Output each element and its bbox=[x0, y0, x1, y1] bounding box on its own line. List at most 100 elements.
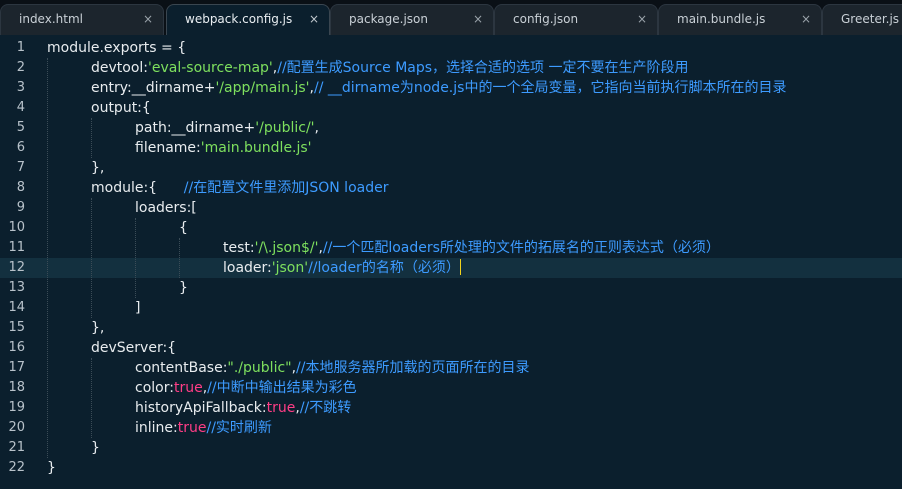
line-number: 7 bbox=[16, 160, 25, 175]
tab-main-bundle-js[interactable]: main.bundle.js × bbox=[658, 4, 822, 35]
code-token-cmt: //实时刷新 bbox=[206, 420, 272, 436]
code-token-key: path:__dirname+ bbox=[135, 120, 256, 136]
line-number: 12 bbox=[8, 260, 25, 275]
line-number: 17 bbox=[8, 360, 25, 375]
tab-config-json[interactable]: config.json × bbox=[494, 4, 658, 35]
code-line[interactable]: 7}, bbox=[0, 158, 902, 178]
code-line[interactable]: 21} bbox=[0, 438, 902, 458]
tab-greeter-js[interactable]: Greeter.js bbox=[822, 4, 902, 35]
code-text: module:{ //在配置文件里添加JSON loader bbox=[91, 178, 388, 198]
line-number: 21 bbox=[8, 440, 25, 455]
code-token-key: output:{ bbox=[91, 100, 151, 116]
code-text: }, bbox=[91, 318, 104, 338]
code-area[interactable]: 1 module.exports = {2 devtool:'eval-source… bbox=[0, 35, 902, 489]
code-text: }, bbox=[91, 158, 104, 178]
code-text: devServer:{ bbox=[91, 338, 176, 358]
code-text: loader:'json'//loader的名称（必须） bbox=[223, 258, 461, 278]
code-token-str: '/public/' bbox=[255, 120, 315, 136]
code-editor: index.html × package.json × config.json … bbox=[0, 0, 902, 489]
code-token-bool: true bbox=[173, 380, 203, 396]
code-token-cmt: //在配置文件里添加JSON loader bbox=[157, 180, 389, 196]
code-text: output:{ bbox=[91, 98, 151, 118]
close-icon[interactable]: × bbox=[473, 5, 483, 33]
code-token-punc: , bbox=[314, 120, 319, 136]
code-line[interactable]: 16 devServer:{ bbox=[0, 338, 902, 358]
code-line[interactable]: 14] bbox=[0, 298, 902, 318]
code-token-key: devServer:{ bbox=[91, 340, 177, 356]
code-token-key: } bbox=[47, 460, 56, 476]
code-line[interactable]: 5 path:__dirname+'/public/', bbox=[0, 118, 902, 138]
text-caret bbox=[459, 259, 461, 275]
close-icon[interactable]: × bbox=[801, 5, 811, 33]
code-line[interactable]: 1 module.exports = { bbox=[0, 38, 902, 58]
code-token-cmt: //一个匹配loaders所处理的文件的拓展名的正则表达式（必须） bbox=[322, 240, 720, 256]
line-number: 13 bbox=[8, 280, 25, 295]
code-token-bool: true bbox=[177, 420, 207, 436]
code-line[interactable]: 8 module:{ //在配置文件里添加JSON loader bbox=[0, 178, 902, 198]
code-line[interactable]: 15}, bbox=[0, 318, 902, 338]
line-number: 6 bbox=[16, 140, 25, 155]
code-token-cmt: // __dirname为node.js中的一个全局变量，它指向当前执行脚本所在… bbox=[314, 80, 787, 96]
close-icon[interactable]: × bbox=[143, 5, 153, 33]
tab-label: config.json bbox=[513, 12, 579, 26]
code-token-key: color: bbox=[135, 380, 174, 396]
code-line[interactable]: 2 devtool:'eval-source-map',//配置生成Source … bbox=[0, 58, 902, 78]
code-token-str: 'json' bbox=[271, 260, 309, 276]
code-text: ] bbox=[135, 298, 140, 318]
code-line[interactable]: 4 output:{ bbox=[0, 98, 902, 118]
line-number: 3 bbox=[16, 80, 25, 95]
tab-index-html[interactable]: index.html × bbox=[0, 4, 164, 35]
code-line[interactable]: 19 historyApiFallback:true,//不跳转 bbox=[0, 398, 902, 418]
code-text: entry:__dirname+'/app/main.js',// __dirn… bbox=[91, 78, 786, 98]
code-token-key: test: bbox=[223, 240, 255, 256]
code-token-cmt: //本地服务器所加载的页面所在的目录 bbox=[296, 360, 530, 376]
close-icon[interactable]: × bbox=[637, 5, 647, 33]
line-number: 16 bbox=[8, 340, 25, 355]
code-token-key: filename: bbox=[135, 140, 201, 156]
code-text: inline:true//实时刷新 bbox=[135, 418, 272, 438]
tab-label: package.json bbox=[349, 12, 429, 26]
code-token-key: devtool: bbox=[91, 60, 149, 76]
line-number: 4 bbox=[16, 100, 25, 115]
code-token-key: entry:__dirname+ bbox=[91, 80, 216, 96]
line-number: 19 bbox=[8, 400, 25, 415]
indent-guide bbox=[135, 218, 136, 298]
code-line[interactable]: 18 color:true,//中断中输出结果为彩色 bbox=[0, 378, 902, 398]
tab-label: main.bundle.js bbox=[677, 12, 766, 26]
code-text: historyApiFallback:true,//不跳转 bbox=[135, 398, 351, 418]
code-token-str: '/app/main.js' bbox=[215, 80, 310, 96]
indent-guide bbox=[91, 198, 92, 318]
code-line[interactable]: 6 filename:'main.bundle.js' bbox=[0, 138, 902, 158]
close-icon[interactable]: × bbox=[309, 5, 319, 33]
code-text: path:__dirname+'/public/', bbox=[135, 118, 319, 138]
code-text: } bbox=[179, 278, 188, 298]
code-line[interactable]: 20 inline:true//实时刷新 bbox=[0, 418, 902, 438]
code-token-cmt: //配置生成Source Maps，选择合适的选项 一定不要在生产阶段用 bbox=[277, 60, 689, 76]
code-line[interactable]: 9 loaders:[ bbox=[0, 198, 902, 218]
code-text: { bbox=[179, 218, 188, 238]
code-token-cmt: //不跳转 bbox=[299, 400, 352, 416]
code-text: } bbox=[47, 458, 56, 478]
code-token-key: } bbox=[91, 440, 100, 456]
line-number: 18 bbox=[8, 380, 25, 395]
code-line[interactable]: 3 entry:__dirname+'/app/main.js',// __dir… bbox=[0, 78, 902, 98]
code-token-key: inline: bbox=[135, 420, 178, 436]
code-token-key: ] bbox=[135, 300, 141, 316]
line-number: 9 bbox=[16, 200, 25, 215]
tab-webpack-config-js[interactable]: webpack.config.js × bbox=[166, 4, 330, 35]
code-text: } bbox=[91, 438, 100, 458]
code-token-bool: true bbox=[266, 400, 296, 416]
tab-label: Greeter.js bbox=[841, 12, 900, 26]
tab-label: index.html bbox=[19, 12, 83, 26]
code-token-key: loader: bbox=[223, 260, 272, 276]
tab-package-json[interactable]: package.json × bbox=[330, 4, 494, 35]
line-number: 11 bbox=[8, 240, 25, 255]
code-text: module.exports = { bbox=[47, 38, 186, 58]
code-line[interactable]: 22} bbox=[0, 458, 902, 478]
code-token-cmt: //loader的名称（必须） bbox=[308, 260, 460, 276]
line-number: 22 bbox=[8, 460, 25, 475]
code-token-key: } bbox=[179, 280, 188, 296]
tab-label: webpack.config.js bbox=[185, 12, 293, 26]
code-token-key: }, bbox=[91, 320, 105, 336]
code-line[interactable]: 17 contentBase:"./public",//本地服务器所加载的页面所在… bbox=[0, 358, 902, 378]
